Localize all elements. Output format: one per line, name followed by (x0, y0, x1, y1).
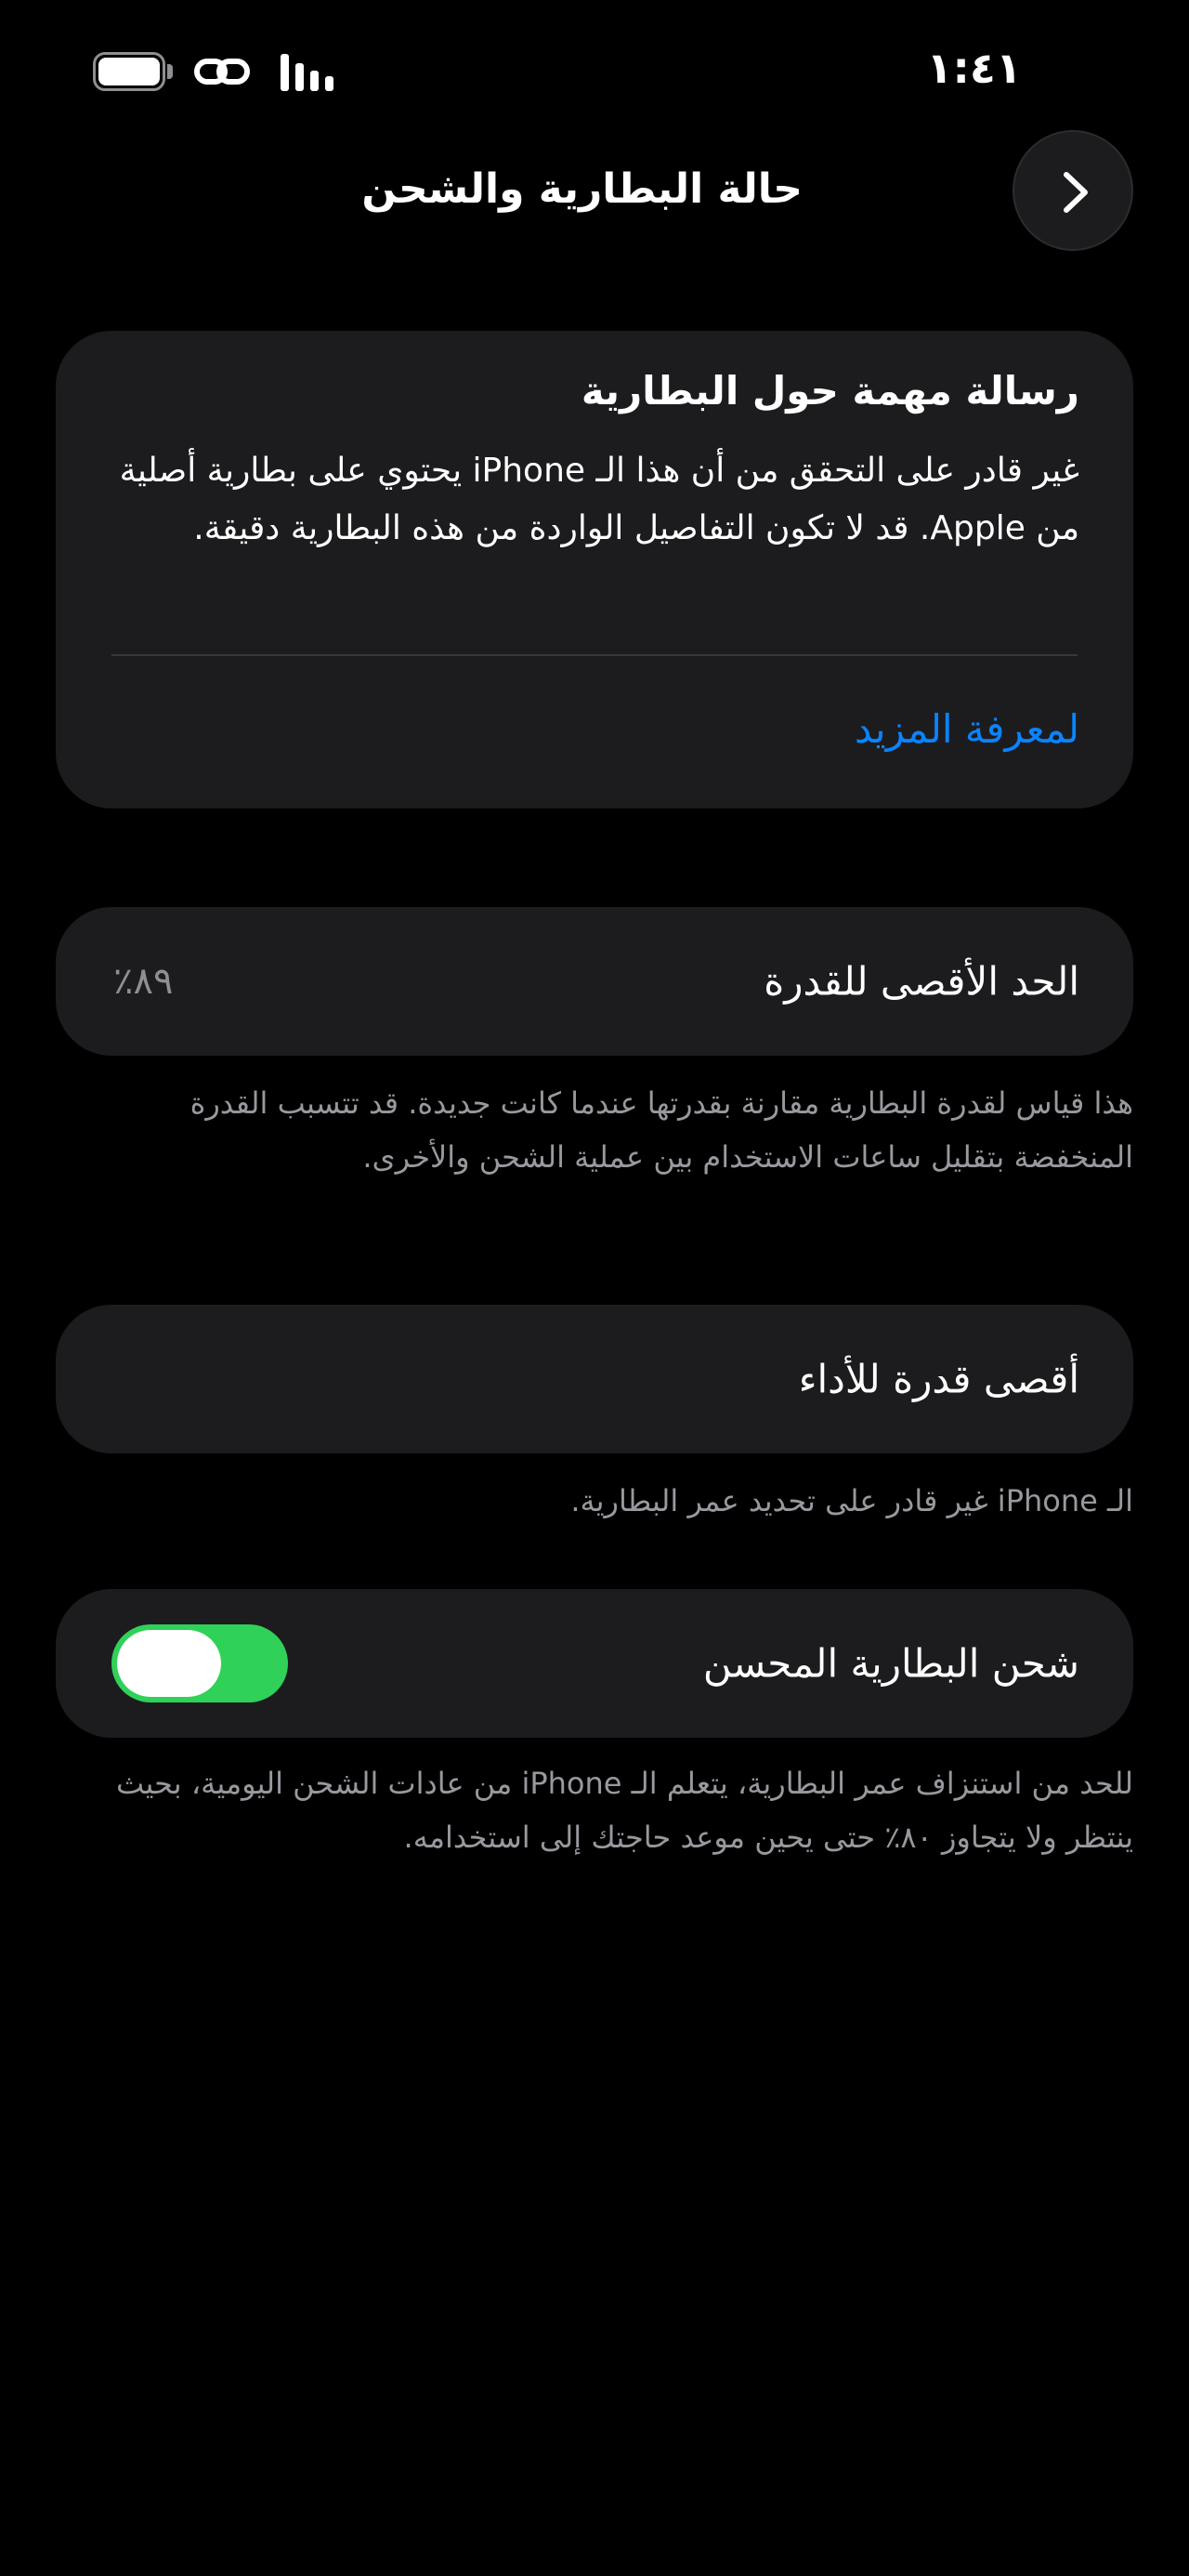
optimized-charging-label: شحن البطارية المحسن (702, 1640, 1079, 1687)
peak-performance-footnote: الـ iPhone غير قادر على تحديد عمر البطار… (570, 1483, 1133, 1518)
back-button[interactable] (1013, 130, 1133, 251)
battery-icon (93, 52, 176, 91)
optimized-charging-toggle[interactable] (111, 1624, 288, 1702)
chevron-right-icon (1064, 172, 1088, 213)
battery-message-title: رسالة مهمة حول البطارية (581, 368, 1079, 414)
maximum-capacity-footnote: هذا قياس لقدرة البطارية مقارنة بقدرتها ع… (189, 1085, 1133, 1175)
maximum-capacity-value: ٨٩٪ (113, 960, 174, 1003)
toggle-knob (117, 1630, 221, 1697)
status-time: ١:٤١ (926, 43, 1022, 93)
divider (111, 654, 1078, 656)
learn-more-link[interactable]: لمعرفة المزيد (855, 706, 1079, 752)
optimized-charging-row: شحن البطارية المحسن (56, 1589, 1133, 1738)
battery-message-body: غير قادر على التحقق من أن هذا الـ iPhone… (119, 452, 1079, 547)
maximum-capacity-label: الحد الأقصى للقدرة (764, 958, 1079, 1005)
nav-header: حالة البطارية والشحن (0, 130, 1189, 251)
signal-icon (281, 54, 333, 91)
battery-health-screen: ١:٤١ حالة البطارية والشحن رسالة مهمة حول… (0, 0, 1189, 2576)
battery-message-card: رسالة مهمة حول البطارية غير قادر على الت… (56, 331, 1133, 808)
maximum-capacity-row: الحد الأقصى للقدرة ٨٩٪ (56, 907, 1133, 1056)
page-title: حالة البطارية والشحن (361, 165, 803, 213)
peak-performance-row: أقصى قدرة للأداء (56, 1305, 1133, 1453)
peak-performance-label: أقصى قدرة للأداء (798, 1356, 1079, 1402)
status-bar: ١:٤١ (0, 37, 1189, 112)
optimized-charging-footnote: للحد من استنزاف عمر البطارية، يتعلم الـ … (116, 1766, 1133, 1855)
link-icon (194, 59, 250, 85)
